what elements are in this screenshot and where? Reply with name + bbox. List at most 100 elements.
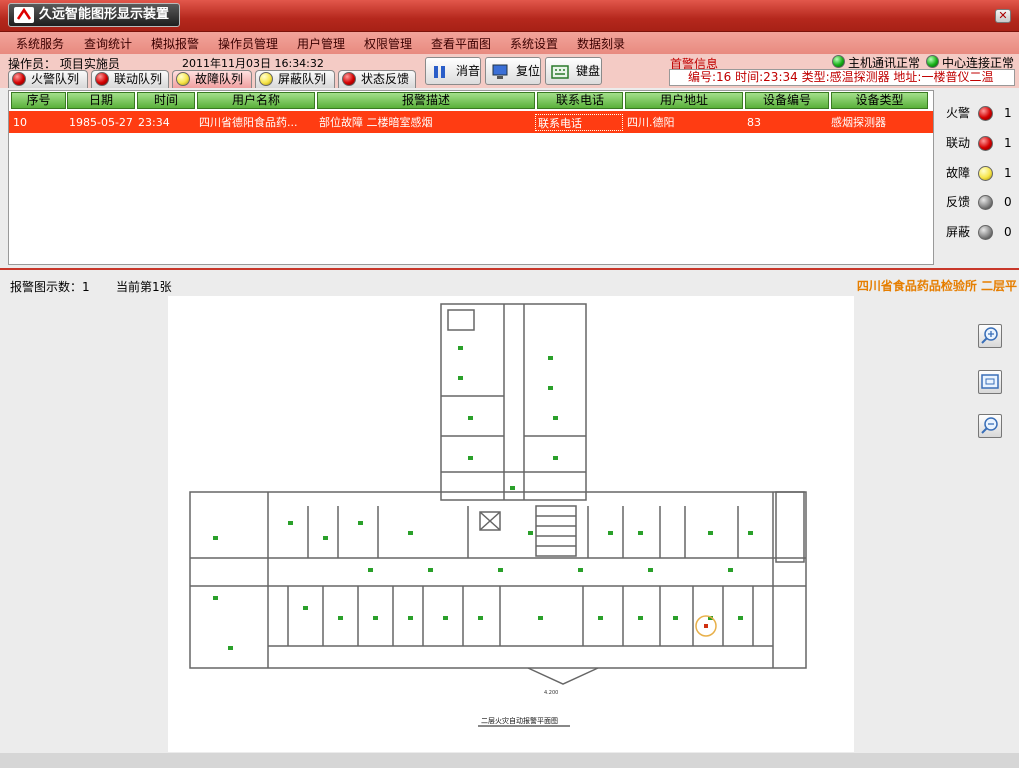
app-logo-icon [14,7,34,23]
bottom-scrollbar[interactable] [0,753,1019,768]
alarm-plan-count: 报警图示数：1 [10,280,90,294]
column-header-device-type[interactable]: 设备类型 [831,92,928,109]
app-title: 久远智能图形显示装置 [8,3,180,27]
cell-seq: 10 [13,116,27,129]
floor-plan-title: 四川省食品药品检验所 二层平 [856,279,1017,293]
grey-light-icon [978,225,993,240]
zoom-out-button[interactable] [978,414,1002,438]
table-row[interactable]: 10 1985-05-27 23:34 四川省德阳食品药... 部位故障 二楼暗… [9,111,933,133]
menu-bar: 系统服务 查询统计 模拟报警 操作员管理 用户管理 权限管理 查看平面图 系统设… [0,32,1019,54]
status-label: 故障 [946,166,971,180]
menu-view-floorplan[interactable]: 查看平面图 [431,35,491,52]
keyboard-icon [551,63,569,79]
tab-label: 火警队列 [31,72,80,86]
center-connection-text: 中心连接正常 [942,56,1015,70]
operator-name: 项目实施员 [59,57,120,71]
first-alarm-info: 编号:16 时间:23:34 类型:感温探测器 地址:一楼普仪二温 [669,69,1015,86]
green-light-icon [832,55,845,68]
tab-shield-queue[interactable]: 屏蔽队列 [255,70,335,88]
floor-plan-caption: 二层火灾自动报警平面图 [481,716,558,725]
grey-light-icon [978,195,993,210]
keyboard-label: 键盘 [576,64,601,78]
status-label: 联动 [946,136,971,150]
status-linkage: 联动 1 [946,133,1016,153]
cell-alarm-desc: 部位故障 二楼暗室感烟 [319,116,433,129]
floor-plan-section: 报警图示数：1 当前第1张 四川省食品药品检验所 二层平 4.200 二层火灾自… [0,270,1019,768]
close-button[interactable]: ✕ [995,9,1011,23]
menu-operator-mgmt[interactable]: 操作员管理 [218,35,278,52]
zoom-out-icon [981,417,998,434]
red-light-icon [95,72,109,86]
tab-fault-queue[interactable]: 故障队列 [172,70,252,88]
cell-user-name: 四川省德阳食品药... [199,116,298,129]
red-light-icon [978,136,993,151]
menu-system-service[interactable]: 系统服务 [16,35,64,52]
menu-data-burn[interactable]: 数据刻录 [577,35,625,52]
alarm-table[interactable]: 序号 日期 时间 用户名称 报警描述 联系电话 用户地址 设备编号 设备类型 1… [8,90,934,265]
column-header-user-name[interactable]: 用户名称 [197,92,315,109]
tab-fire-queue[interactable]: 火警队列 [8,70,88,88]
reset-button[interactable]: 复位 [485,57,541,85]
column-header-seq[interactable]: 序号 [11,92,66,109]
column-header-address[interactable]: 用户地址 [625,92,743,109]
current-datetime: 2011年11月03日 16:34:32 [182,57,324,70]
mute-label: 消音 [456,64,481,78]
red-light-icon [342,72,356,86]
tab-linkage-queue[interactable]: 联动队列 [91,70,169,88]
cell-time: 23:34 [138,116,170,129]
host-connection-text: 主机通讯正常 [848,56,921,70]
floor-plan-drawing: 4.200 二层火灾自动报警平面图 [189,303,807,727]
status-label: 火警 [946,106,971,120]
plan-dimension: 4.200 [544,690,558,696]
status-count: 0 [1004,195,1012,209]
tab-label: 故障队列 [195,72,244,86]
zoom-in-button[interactable] [978,324,1002,348]
menu-simulate-alarm[interactable]: 模拟报警 [151,35,199,52]
status-feedback: 反馈 0 [946,192,1016,212]
cell-date: 1985-05-27 [69,116,133,129]
yellow-light-icon [978,166,993,181]
fit-view-icon [981,374,999,389]
menu-permission-mgmt[interactable]: 权限管理 [364,35,412,52]
column-header-alarm-desc[interactable]: 报警描述 [317,92,535,109]
computer-icon [491,63,509,79]
reset-label: 复位 [516,64,541,78]
status-label: 屏蔽 [946,225,971,239]
info-strip: 操作员： 项目实施员 2011年11月03日 16:34:32 火警队列 联动队… [0,54,1019,88]
app-title-text: 久远智能图形显示装置 [39,7,170,22]
fit-view-button[interactable] [978,370,1002,394]
cell-phone: 联系电话 [535,114,623,131]
cell-device-type: 感烟探测器 [831,116,886,129]
cell-device-no: 83 [747,116,761,129]
green-light-icon [926,55,939,68]
status-count: 1 [1004,166,1012,180]
alarm-table-section: 序号 日期 时间 用户名称 报警描述 联系电话 用户地址 设备编号 设备类型 1… [0,88,1019,268]
floor-plan-canvas[interactable]: 4.200 二层火灾自动报警平面图 [168,296,854,752]
menu-query-stats[interactable]: 查询统计 [84,35,132,52]
menu-system-settings[interactable]: 系统设置 [510,35,558,52]
tab-label: 状态反馈 [361,72,410,86]
status-count: 0 [1004,225,1012,239]
status-count: 1 [1004,136,1012,150]
column-header-date[interactable]: 日期 [67,92,135,109]
close-icon: ✕ [998,9,1008,22]
status-count: 1 [1004,106,1012,120]
zoom-in-icon [981,327,998,344]
status-fault: 故障 1 [946,163,1016,183]
tab-label: 联动队列 [114,72,163,86]
tab-status-feedback[interactable]: 状态反馈 [338,70,416,88]
column-header-device-no[interactable]: 设备编号 [745,92,829,109]
mute-button[interactable]: 消音 [425,57,481,85]
yellow-light-icon [259,72,273,86]
cell-address: 四川.德阳 [627,116,675,129]
mute-icon [431,63,449,79]
tab-label: 屏蔽队列 [278,72,327,86]
status-counts-panel: 火警 1 联动 1 故障 1 反馈 0 屏蔽 0 [938,88,1019,268]
column-header-time[interactable]: 时间 [137,92,195,109]
red-light-icon [12,72,26,86]
menu-user-mgmt[interactable]: 用户管理 [297,35,345,52]
current-plan-index: 当前第1张 [116,280,172,294]
keyboard-button[interactable]: 键盘 [545,57,602,85]
status-fire: 火警 1 [946,103,1016,123]
column-header-phone[interactable]: 联系电话 [537,92,623,109]
